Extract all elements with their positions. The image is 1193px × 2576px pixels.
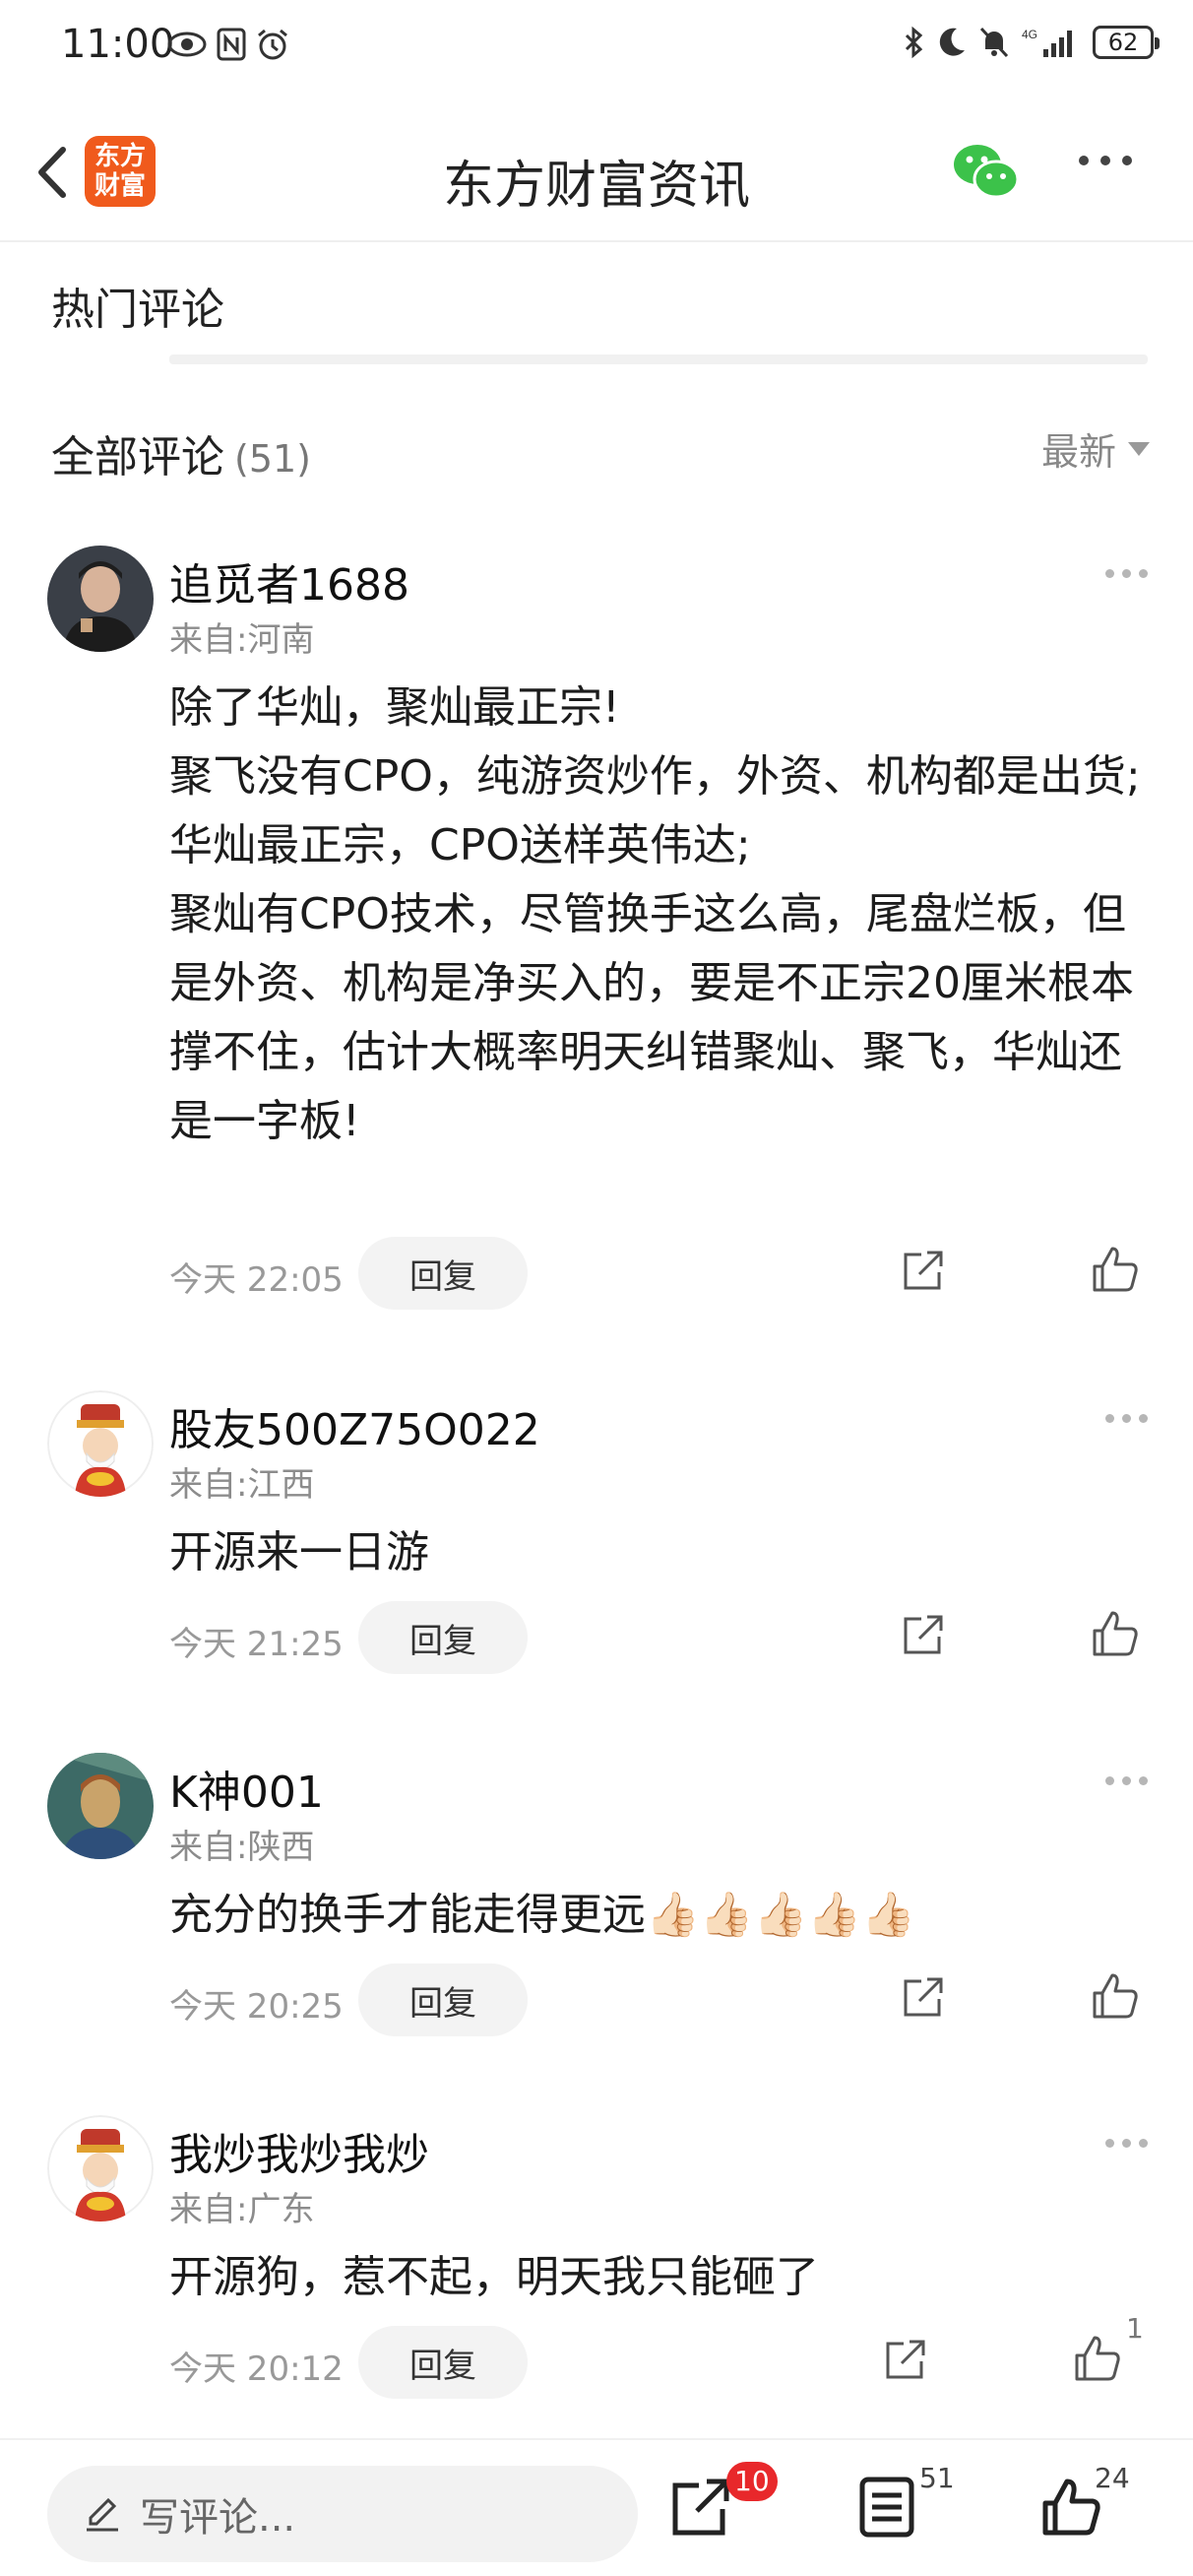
comment-text: 充分的换手才能走得更远👍🏻👍🏻👍🏻👍🏻👍🏻 (169, 1890, 915, 1940)
share-icon[interactable] (900, 1973, 947, 2021)
comment-location: 来自:河南 (169, 620, 315, 660)
like-count: 24 (1095, 2462, 1130, 2494)
reply-button[interactable]: 回复 (358, 1237, 528, 1310)
like-count: 1 (1126, 2312, 1144, 2345)
bluetooth-icon (905, 26, 923, 59)
nav-divider (0, 240, 1193, 242)
sort-dropdown[interactable]: 最新 (1041, 421, 1150, 476)
alarm-icon (258, 29, 287, 60)
comment-time: 今天 22:05 (169, 1260, 344, 1300)
battery-level: 62 (1107, 29, 1139, 56)
comment-more-icon[interactable] (1105, 1776, 1148, 1785)
status-bar: 11:00 4G 62 (0, 0, 1193, 98)
comments-icon[interactable] (858, 2476, 915, 2539)
bottom-action-bar: 写评论... 10 51 24 (0, 2438, 1193, 2576)
avatar[interactable] (47, 1390, 154, 1497)
hot-comments-title: 热门评论 (51, 285, 224, 335)
nav-bar: 东方 财富 东方财富资讯 (0, 118, 1193, 226)
all-comments-count: (51) (234, 437, 312, 481)
comment-meta: 今天 22:05 回复 (169, 1237, 1154, 1310)
sort-label: 最新 (1040, 430, 1116, 474)
reply-button[interactable]: 回复 (358, 1964, 528, 2036)
comment-meta: 今天 20:12 回复 1 (169, 2312, 1154, 2399)
page: 11:00 4G 62 东方 财富 东方财富资讯 热门评论 全部评论 (51) … (0, 0, 1193, 2576)
comment-username[interactable]: 追觅者1688 (169, 549, 409, 612)
all-comments-title: 全部评论 (51) (51, 421, 311, 484)
network-type: 4G (1022, 28, 1037, 41)
battery-icon: 62 (1093, 26, 1160, 59)
nfc-icon (217, 28, 246, 61)
comment-meta: 今天 21:25 回复 (169, 1601, 1154, 1674)
avatar[interactable] (47, 546, 154, 652)
share-icon[interactable] (882, 2336, 929, 2383)
comment-time: 今天 20:25 (169, 1987, 344, 2027)
comment-time: 今天 20:12 (169, 2350, 344, 2389)
comment-text: 开源来一日游 (169, 1527, 429, 1578)
signal-icon: 4G (1022, 28, 1072, 57)
share-icon[interactable] (900, 1247, 947, 1294)
comment-more-icon[interactable] (1105, 569, 1148, 578)
comment-username[interactable]: 我炒我炒我炒 (169, 2119, 429, 2182)
avatar[interactable] (47, 1753, 154, 1859)
write-comment-placeholder: 写评论... (140, 2495, 296, 2541)
share-icon[interactable] (669, 2476, 732, 2539)
like-icon[interactable] (1089, 1243, 1142, 1296)
moon-icon (939, 28, 965, 56)
avatar[interactable] (47, 2115, 154, 2222)
comment-meta: 今天 20:25 回复 (169, 1964, 1154, 2036)
like-icon[interactable] (1089, 1969, 1142, 2023)
comment-text: 开源狗，惹不起，明天我只能砸了 (169, 2252, 819, 2302)
caret-down-icon (1128, 441, 1150, 456)
more-options-icon[interactable] (1079, 156, 1132, 165)
reply-button[interactable]: 回复 (358, 2326, 528, 2399)
like-icon[interactable] (1071, 2332, 1124, 2385)
status-right: 4G 62 (904, 26, 1160, 59)
status-left-icons (167, 28, 289, 61)
share-icon[interactable] (900, 1611, 947, 1658)
comment-text: 除了华灿，聚灿最正宗! 聚飞没有CPO，纯游资炒作，外资、机构都是出货; 华灿最… (169, 682, 1141, 1146)
comment-username[interactable]: K神001 (169, 1757, 324, 1820)
eye-icon (167, 32, 207, 57)
comment-location: 来自:江西 (169, 1465, 315, 1505)
reply-button[interactable]: 回复 (358, 1601, 528, 1674)
comment-time: 今天 21:25 (169, 1625, 344, 1664)
like-icon[interactable] (1089, 1607, 1142, 1660)
status-time: 11:00 (61, 22, 175, 67)
share-badge: 10 (726, 2462, 778, 2501)
wechat-icon[interactable] (951, 140, 1022, 203)
pencil-icon (87, 2497, 118, 2532)
comment-count: 51 (919, 2462, 955, 2494)
comment-location: 来自:广东 (169, 2190, 315, 2229)
comment-more-icon[interactable] (1105, 2139, 1148, 2148)
like-icon[interactable] (1039, 2476, 1102, 2539)
comment-username[interactable]: 股友500Z75O022 (169, 1394, 540, 1457)
write-comment-input[interactable]: 写评论... (47, 2466, 638, 2562)
hot-comments-placeholder (169, 354, 1148, 364)
all-comments-label: 全部评论 (51, 432, 224, 483)
mute-bell-icon (979, 27, 1009, 58)
comment-more-icon[interactable] (1105, 1414, 1148, 1423)
comment-location: 来自:陕西 (169, 1828, 315, 1867)
